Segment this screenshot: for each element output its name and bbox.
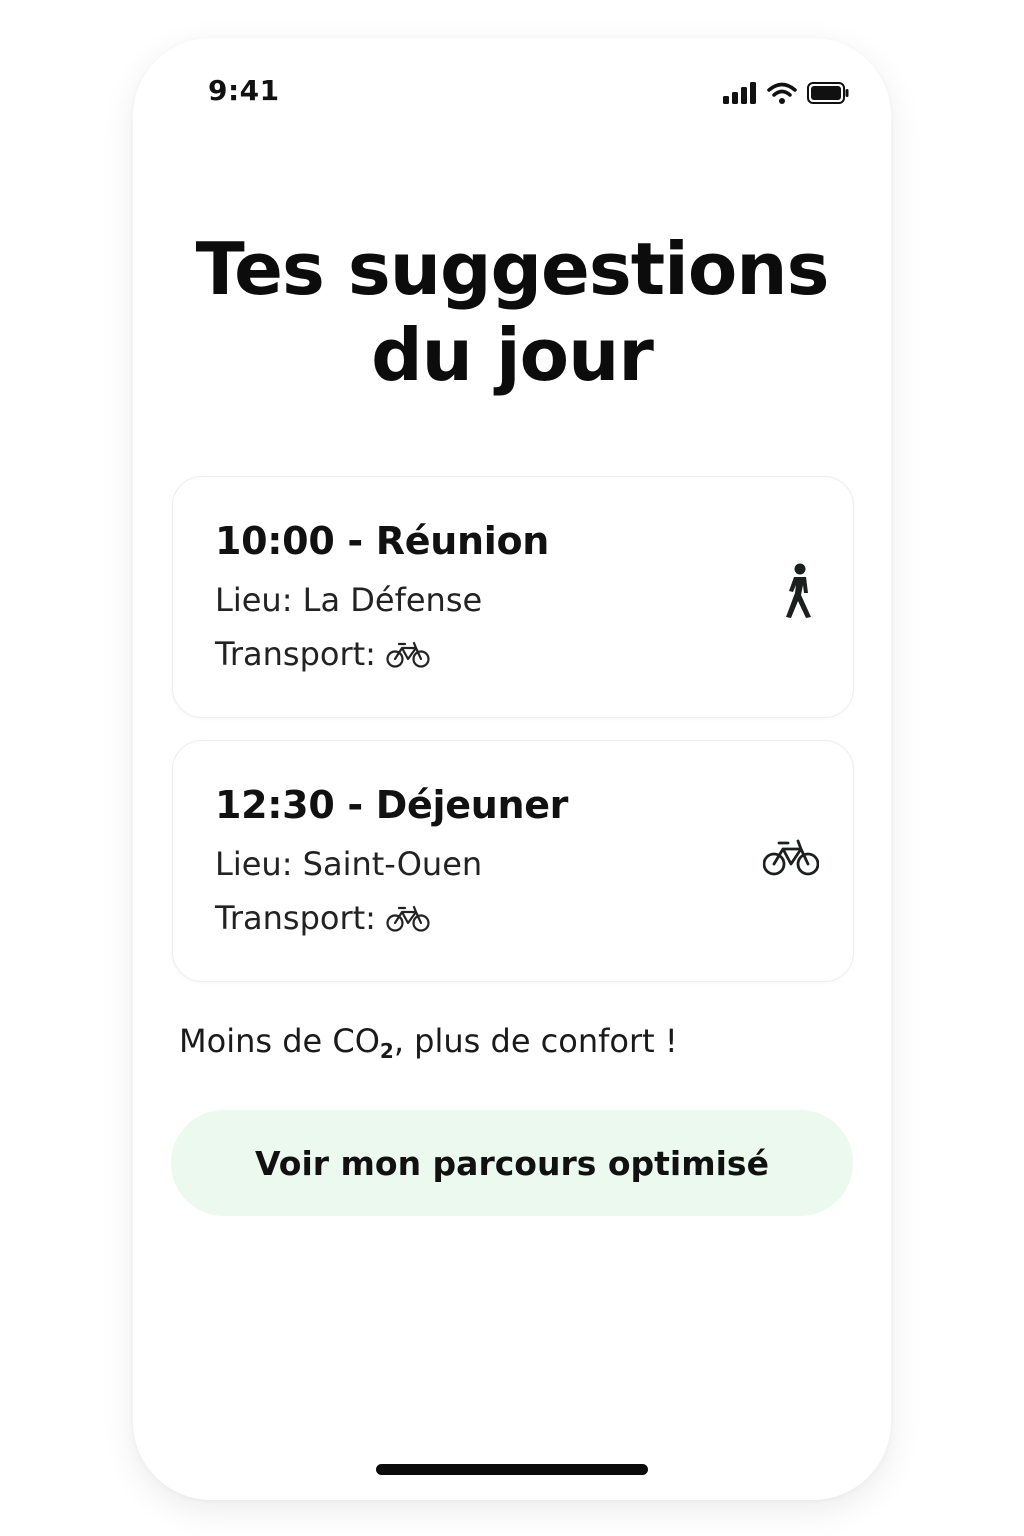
suggestion-place-text: Lieu: Saint-Ouen <box>215 845 483 883</box>
suggestion-transport-label: Transport: <box>215 899 376 937</box>
suggestion-transport: Transport: <box>215 899 430 937</box>
page-title-line-2: du jour <box>371 313 654 397</box>
tagline-subscript: 2 <box>379 1039 394 1063</box>
status-time: 9:41 <box>208 74 280 107</box>
suggestion-title: 10:00 - Réunion <box>215 519 550 563</box>
suggestion-place: Lieu: La Défense <box>215 581 482 619</box>
suggestion-transport: Transport: <box>215 635 430 673</box>
status-bar: 9:41 <box>133 38 891 148</box>
page-title: Tes suggestions du jour <box>133 226 891 398</box>
bicycle-icon <box>386 904 430 932</box>
tagline-text: Moins de CO <box>179 1022 380 1060</box>
suggestion-card-dejeuner[interactable]: 12:30 - Déjeuner Lieu: Saint-Ouen Transp… <box>172 740 854 982</box>
walking-person-icon <box>783 563 817 619</box>
phone-screen: 9:41 Tes suggestions du jour 10:00 - Réu… <box>133 38 891 1500</box>
bicycle-icon <box>763 837 819 877</box>
status-icons <box>723 78 849 104</box>
battery-icon <box>807 82 849 104</box>
suggestion-card-reunion[interactable]: 10:00 - Réunion Lieu: La Défense Transpo… <box>172 476 854 718</box>
tagline-text-end: , plus de confort ! <box>393 1022 678 1060</box>
suggestion-title: 12:30 - Déjeuner <box>215 783 569 827</box>
optimized-route-button[interactable]: Voir mon parcours optimisé <box>171 1110 853 1216</box>
wifi-icon <box>767 82 797 104</box>
suggestion-place-text: Lieu: La Défense <box>215 581 483 619</box>
suggestion-place: Lieu: Saint-Ouen <box>215 845 482 883</box>
suggestion-transport-label: Transport: <box>215 635 376 673</box>
bicycle-icon <box>386 640 430 668</box>
home-indicator[interactable] <box>376 1464 648 1475</box>
tagline: Moins de CO2, plus de confort ! <box>179 1022 678 1063</box>
signal-icon <box>723 82 757 104</box>
page-title-line-1: Tes suggestions <box>195 227 830 311</box>
